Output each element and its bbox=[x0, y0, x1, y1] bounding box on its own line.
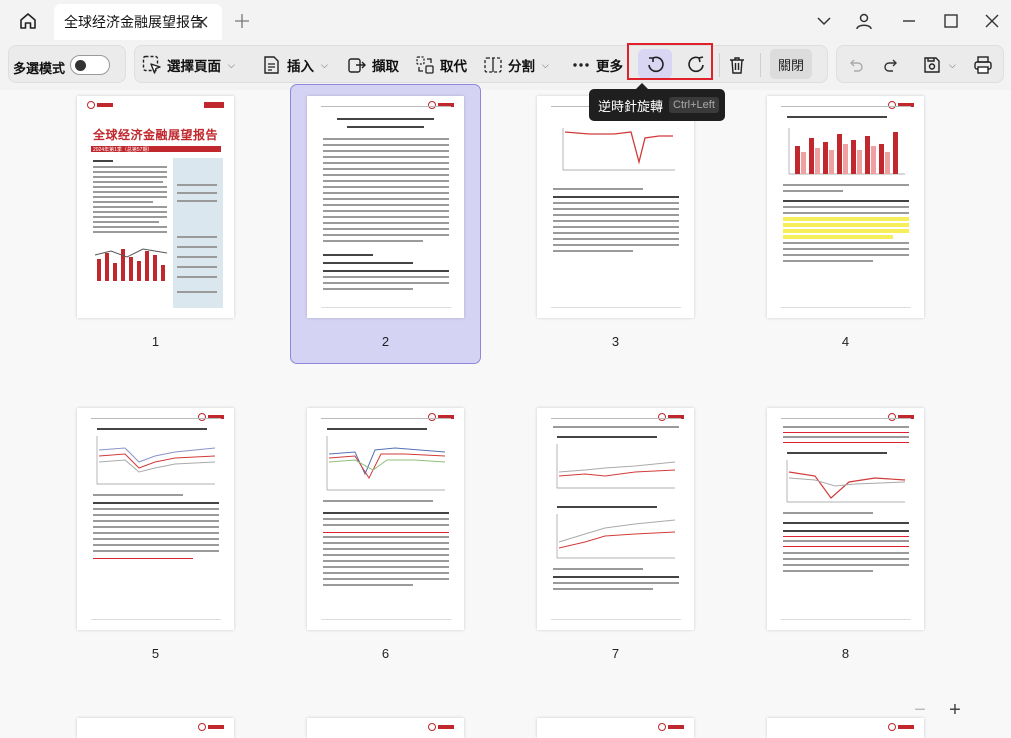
insert-page-icon bbox=[264, 56, 279, 74]
extract-label: 擷取 bbox=[372, 59, 399, 74]
page-thumbnail[interactable] bbox=[767, 96, 924, 318]
page-thumbnail[interactable] bbox=[77, 408, 234, 630]
redo-button[interactable] bbox=[881, 51, 901, 79]
page-thumbnail[interactable] bbox=[537, 718, 694, 738]
undo-icon bbox=[850, 59, 863, 72]
printer-icon bbox=[974, 56, 992, 74]
bank-logo bbox=[888, 723, 914, 731]
delete-button[interactable] bbox=[725, 51, 749, 79]
document-tab[interactable]: 全球经济金融展望报告 bbox=[54, 4, 222, 40]
more-label: 更多 bbox=[596, 59, 623, 74]
page-number: 8 bbox=[841, 646, 850, 661]
split-label: 分割 bbox=[508, 59, 535, 74]
page-thumbnail[interactable] bbox=[307, 96, 464, 318]
page-thumbnail[interactable] bbox=[307, 408, 464, 630]
page-thumbnail[interactable] bbox=[537, 408, 694, 630]
page-thumbnail[interactable] bbox=[307, 718, 464, 738]
multi-select-toggle[interactable] bbox=[70, 55, 110, 75]
zoom-in-button[interactable]: + bbox=[945, 699, 965, 721]
new-tab-icon[interactable] bbox=[232, 11, 252, 31]
page-number: 7 bbox=[611, 646, 620, 661]
title-bar: 全球经济金融展望报告 bbox=[0, 0, 1011, 40]
report-issue: 2024年第1季（总第57期） bbox=[93, 147, 153, 153]
more-button[interactable]: 更多 bbox=[571, 51, 623, 79]
select-pages-label: 選擇頁面 bbox=[167, 59, 221, 74]
bank-logo bbox=[888, 413, 914, 421]
rotate-buttons-highlight bbox=[627, 43, 713, 80]
trash-icon bbox=[730, 57, 744, 74]
close-button[interactable]: 關閉 bbox=[770, 49, 812, 79]
tab-close-icon[interactable] bbox=[194, 14, 210, 30]
tab-title: 全球经济金融展望报告 bbox=[64, 14, 204, 30]
maximize-icon[interactable] bbox=[940, 10, 962, 32]
bank-logo bbox=[198, 413, 224, 421]
divider bbox=[760, 53, 761, 77]
bank-logo bbox=[198, 723, 224, 731]
bank-logo bbox=[658, 723, 684, 731]
report-title: 全球经济金融展望报告 bbox=[92, 128, 218, 142]
page-number: 1 bbox=[151, 334, 160, 349]
undo-button[interactable] bbox=[846, 51, 866, 79]
divider bbox=[719, 53, 720, 77]
bank-logo bbox=[888, 101, 914, 109]
home-icon[interactable] bbox=[14, 8, 42, 34]
split-icon bbox=[484, 57, 502, 73]
page-number: 3 bbox=[611, 334, 620, 349]
cursor-select-icon bbox=[142, 55, 161, 74]
bank-logo bbox=[428, 413, 454, 421]
page-number: 4 bbox=[841, 334, 850, 349]
close-window-icon[interactable] bbox=[981, 10, 1003, 32]
print-button[interactable] bbox=[972, 51, 994, 79]
tooltip-shortcut: Ctrl+Left bbox=[669, 97, 719, 113]
toggle-knob bbox=[75, 60, 86, 71]
page-tools-group bbox=[134, 45, 828, 83]
minimize-icon[interactable] bbox=[898, 10, 920, 32]
save-icon bbox=[924, 57, 940, 73]
bank-logo bbox=[87, 101, 113, 109]
page-thumbnail[interactable]: 全球经济金融展望报告 2024年第1季（总第57期） bbox=[77, 96, 234, 318]
chevron-down-icon[interactable] bbox=[813, 10, 835, 32]
page-number: 2 bbox=[381, 334, 390, 349]
replace-label: 取代 bbox=[440, 59, 467, 74]
bank-logo bbox=[658, 413, 684, 421]
save-button[interactable]: ⌵ bbox=[922, 51, 956, 79]
insert-label: 插入 bbox=[287, 59, 314, 74]
tooltip-text: 逆時針旋轉 bbox=[598, 98, 664, 114]
account-icon[interactable] bbox=[853, 10, 875, 32]
bank-logo bbox=[428, 101, 454, 109]
page-number: 5 bbox=[151, 646, 160, 661]
more-dots-icon bbox=[573, 63, 589, 67]
extract-icon bbox=[348, 58, 366, 73]
multi-select-label: 多選模式 bbox=[13, 61, 66, 76]
split-button[interactable]: 分割 ⌵ bbox=[483, 51, 549, 79]
replace-button[interactable]: 取代 bbox=[415, 51, 467, 79]
bank-logo bbox=[428, 723, 454, 731]
insert-button[interactable]: 插入 ⌵ bbox=[262, 51, 328, 79]
page-thumbnail[interactable] bbox=[767, 718, 924, 738]
extract-button[interactable]: 擷取 bbox=[347, 51, 399, 79]
replace-icon bbox=[416, 56, 434, 74]
page-thumbnail[interactable] bbox=[767, 408, 924, 630]
rotate-left-tooltip: 逆時針旋轉 Ctrl+Left bbox=[589, 83, 725, 121]
page-thumbnail[interactable] bbox=[77, 718, 234, 738]
select-pages-button[interactable]: 選擇頁面 ⌵ bbox=[142, 51, 235, 79]
page-thumbnail[interactable] bbox=[537, 96, 694, 318]
page-number: 6 bbox=[381, 646, 390, 661]
redo-icon bbox=[884, 59, 897, 72]
zoom-out-button[interactable]: − bbox=[910, 699, 930, 721]
